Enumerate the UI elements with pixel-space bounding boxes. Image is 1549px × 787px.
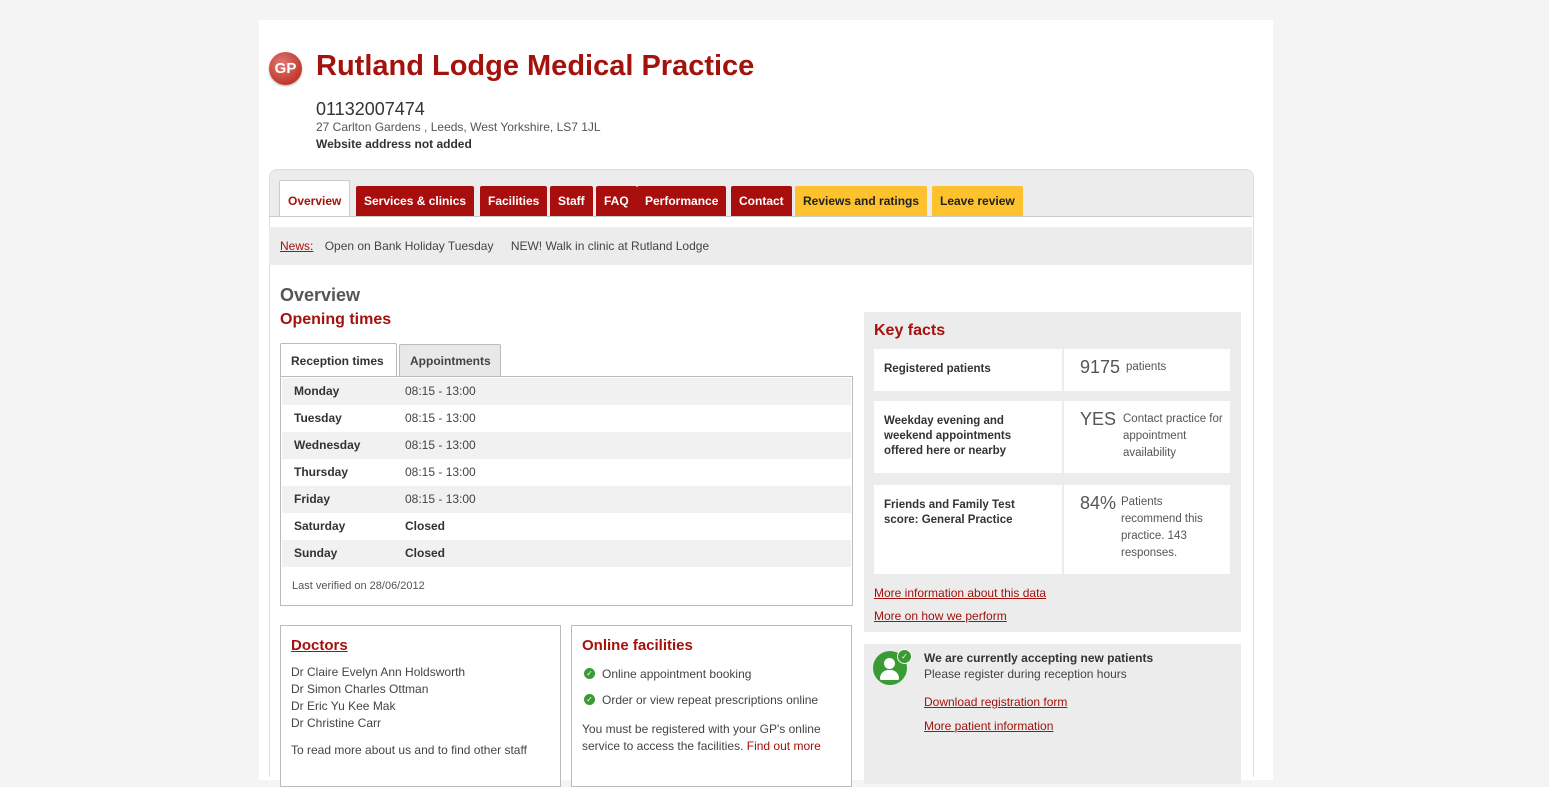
key-fact-label: Registered patients	[874, 349, 1062, 391]
subtab-reception-times[interactable]: Reception times	[280, 343, 397, 378]
subtab-appointments[interactable]: Appointments	[399, 344, 501, 377]
table-row: Wednesday 08:15 - 13:00	[282, 432, 851, 459]
tab-contact[interactable]: Contact	[731, 186, 792, 216]
doctor-name: Dr Christine Carr	[291, 716, 382, 730]
news-label[interactable]: News:	[280, 239, 313, 253]
facility-label: Order or view repeat prescriptions onlin…	[602, 693, 819, 707]
news-item[interactable]: Open on Bank Holiday Tuesday	[325, 239, 494, 253]
tab-facilities[interactable]: Facilities	[480, 186, 548, 216]
key-fact-label: Weekday evening and weekend appointments…	[874, 401, 1062, 473]
hours-value: 08:15 - 13:00	[405, 465, 476, 479]
table-row: Saturday Closed	[282, 513, 851, 540]
day-label: Monday	[294, 384, 340, 398]
key-fact-value-cell: YES Contact practice for appointment ava…	[1064, 401, 1230, 473]
more-info-data-link[interactable]: More information about this data	[874, 586, 1046, 600]
key-fact-desc: Contact practice for appointment availab…	[1123, 413, 1223, 459]
more-patient-info-link[interactable]: More patient information	[924, 719, 1053, 733]
download-registration-link[interactable]: Download registration form	[924, 695, 1067, 709]
practice-name: Rutland Lodge Medical Practice	[316, 50, 755, 82]
facility-item: ✓ Order or view repeat prescriptions onli…	[584, 693, 818, 707]
doctors-panel: Doctors Dr Claire Evelyn Ann Holdsworth …	[280, 625, 561, 787]
news-bar: News: Open on Bank Holiday Tuesday NEW! …	[269, 227, 1252, 265]
tab-staff[interactable]: Staff	[550, 186, 593, 216]
day-label: Friday	[294, 492, 331, 506]
table-row: Monday 08:15 - 13:00	[282, 378, 851, 405]
table-row: Friday 08:15 - 13:00	[282, 486, 851, 513]
accepting-subtitle: Please register during reception hours	[924, 667, 1127, 681]
doctors-heading[interactable]: Doctors	[291, 637, 348, 654]
hours-value: Closed	[405, 519, 446, 533]
key-facts-heading: Key facts	[874, 322, 946, 339]
practice-address: 27 Carlton Gardens , Leeds, West Yorkshi…	[316, 120, 601, 134]
new-patient-icon: ✓	[873, 649, 912, 685]
opening-times-table: Monday 08:15 - 13:00 Tuesday 08:15 - 13:…	[280, 376, 853, 606]
hours-value: 08:15 - 13:00	[405, 384, 476, 398]
hours-value: Closed	[405, 546, 446, 560]
day-label: Wednesday	[294, 438, 361, 452]
key-fact-number: YES	[1080, 409, 1117, 429]
doctor-name: Dr Simon Charles Ottman	[291, 682, 429, 696]
gp-logo-icon: GP	[269, 52, 302, 85]
key-fact-number: 84%	[1080, 493, 1117, 513]
tab-faq[interactable]: FAQ	[596, 186, 637, 216]
hours-value: 08:15 - 13:00	[405, 492, 476, 506]
key-fact-value-cell: 84% Patients recommend this practice. 14…	[1064, 485, 1230, 574]
day-label: Sunday	[294, 546, 338, 560]
tab-services-clinics[interactable]: Services & clinics	[356, 186, 475, 216]
table-row: Tuesday 08:15 - 13:00	[282, 405, 851, 432]
tab-leave-review[interactable]: Leave review	[932, 186, 1023, 216]
accepting-patients-panel: ✓ We are currently accepting new patient…	[864, 644, 1241, 784]
key-facts-panel: Key facts Registered patients 9175 patie…	[864, 312, 1241, 632]
check-icon: ✓	[584, 668, 595, 680]
table-row: Thursday 08:15 - 13:00	[282, 459, 851, 486]
online-facilities-heading: Online facilities	[582, 637, 693, 654]
find-out-more-link[interactable]: Find out more	[747, 739, 821, 753]
opening-times-heading: Opening times	[280, 311, 392, 328]
day-label: Thursday	[294, 465, 349, 479]
table-row: Sunday Closed	[282, 540, 851, 567]
key-fact-label: Friends and Family Test score: General P…	[874, 485, 1062, 574]
practice-phone: 01132007474	[316, 99, 425, 119]
check-icon: ✓	[584, 694, 595, 706]
page-container: GP Rutland Lodge Medical Practice 011320…	[259, 20, 1273, 787]
key-fact-value-cell: 9175 patients	[1064, 349, 1230, 391]
news-item[interactable]: NEW! Walk in clinic at Rutland Lodge	[511, 239, 709, 253]
tab-reviews-ratings[interactable]: Reviews and ratings	[795, 186, 928, 216]
practice-website: Website address not added	[316, 137, 472, 151]
hours-value: 08:15 - 13:00	[405, 411, 476, 425]
hours-value: 08:15 - 13:00	[405, 438, 476, 452]
overview-heading: Overview	[280, 285, 361, 305]
tab-overview[interactable]: Overview	[279, 180, 351, 217]
tab-performance[interactable]: Performance	[637, 186, 727, 216]
key-fact-desc: patients	[1126, 361, 1167, 373]
facility-item: ✓ Online appointment booking	[584, 667, 751, 681]
doctor-name: Dr Eric Yu Kee Mak	[291, 699, 396, 713]
doctor-name: Dr Claire Evelyn Ann Holdsworth	[291, 665, 466, 679]
key-fact-desc: Patients recommend this practice. 143 re…	[1121, 496, 1203, 559]
online-facilities-panel: Online facilities ✓ Online appointment bo…	[571, 625, 852, 787]
last-verified-text: Last verified on 28/06/2012	[292, 580, 425, 592]
day-label: Tuesday	[294, 411, 342, 425]
key-fact-row: Weekday evening and weekend appointments…	[874, 401, 1230, 473]
day-label: Saturday	[294, 519, 346, 533]
doctors-more-text: To read more about us and to find other …	[291, 743, 527, 757]
how-we-perform-link[interactable]: More on how we perform	[874, 609, 1007, 623]
facility-label: Online appointment booking	[602, 667, 752, 681]
key-fact-number: 9175	[1080, 357, 1121, 377]
key-fact-row: Registered patients 9175 patients	[874, 349, 1230, 391]
accepting-title: We are currently accepting new patients	[924, 651, 1154, 665]
key-fact-row: Friends and Family Test score: General P…	[874, 485, 1230, 574]
